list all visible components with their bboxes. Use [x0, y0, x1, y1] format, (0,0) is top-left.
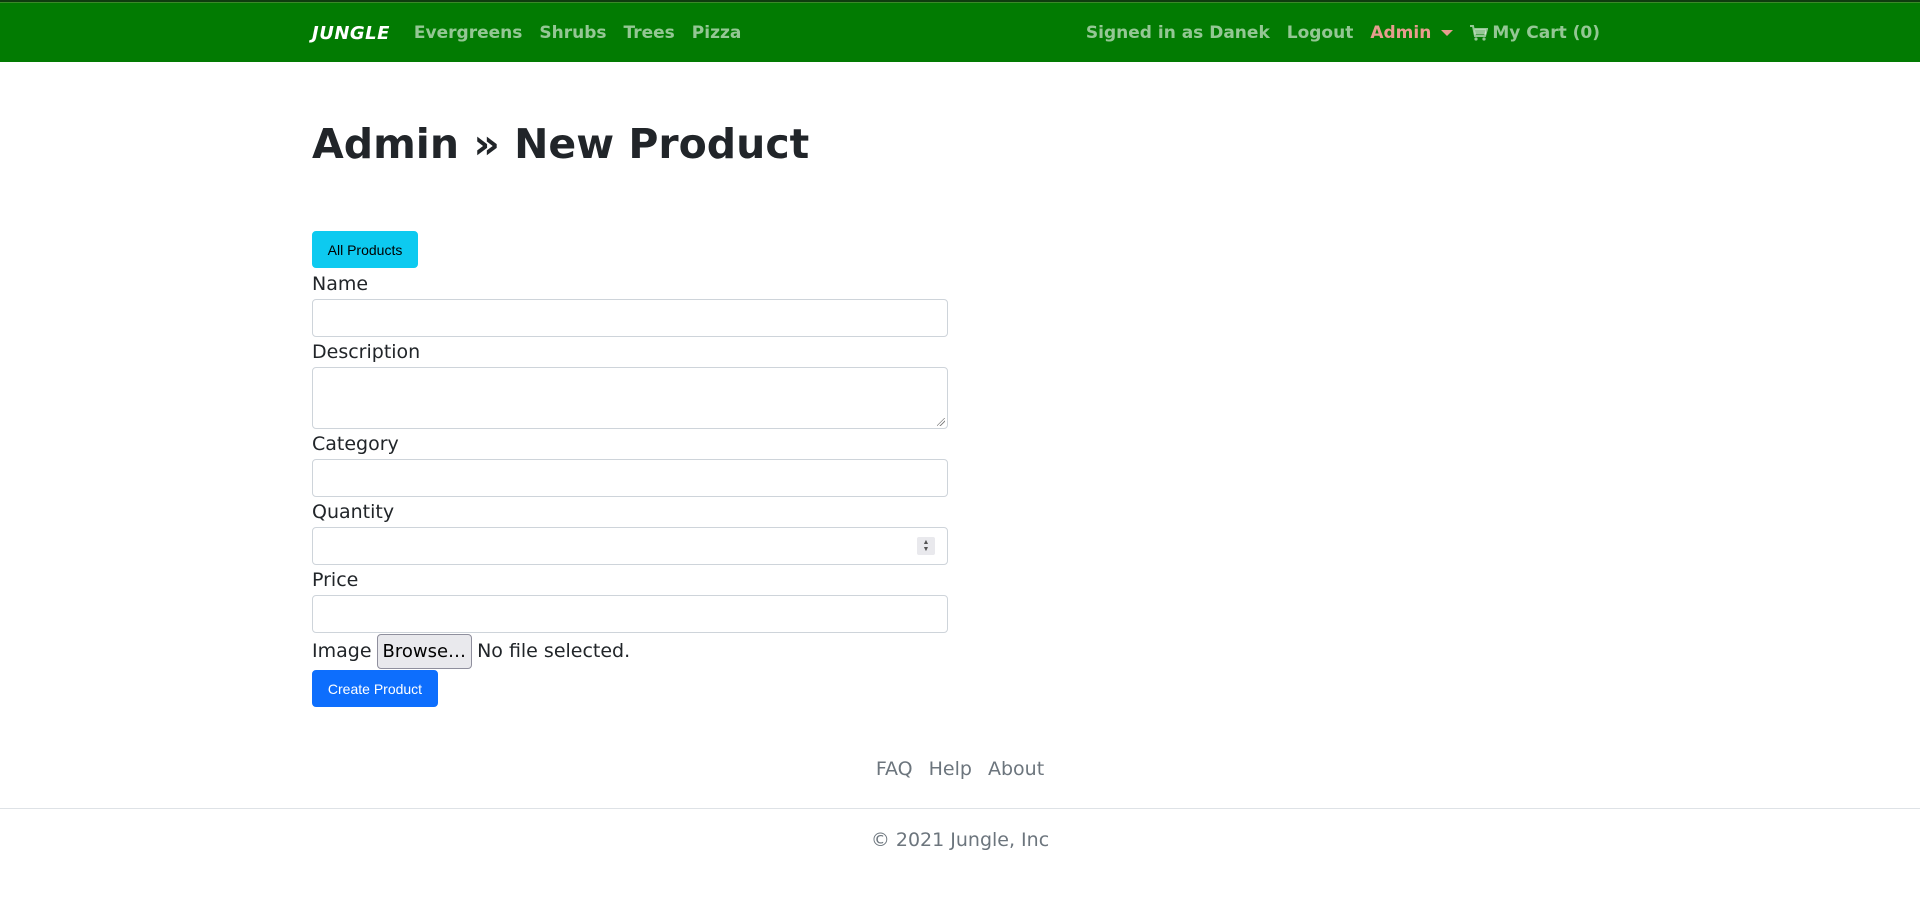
page-title: Admin » New Product	[312, 120, 810, 168]
signed-in-text: Signed in as Danek	[1085, 23, 1270, 43]
name-label: Name	[312, 273, 369, 295]
chevron-down-icon	[1441, 30, 1454, 36]
category-label: Category	[312, 433, 399, 455]
cart-link[interactable]: My Cart (0)	[1470, 23, 1600, 43]
nav-link-evergreens[interactable]: Evergreens	[414, 23, 522, 43]
description-label: Description	[312, 341, 421, 363]
category-input[interactable]	[312, 459, 948, 497]
quantity-input[interactable]: ▲ ▼	[312, 527, 948, 565]
footer-links: FAQ Help About	[0, 758, 1920, 780]
copyright-text: © 2021 Jungle, Inc	[870, 829, 1050, 851]
file-status: No file selected.	[477, 640, 631, 662]
footer-divider	[0, 808, 1920, 809]
price-input[interactable]	[312, 595, 948, 633]
footer-link-about[interactable]: About	[988, 758, 1044, 780]
navbar-right: Signed in as Danek Logout Admin My Cart …	[1086, 23, 1600, 43]
resize-handle-icon[interactable]	[937, 418, 945, 426]
price-label: Price	[312, 569, 359, 591]
cart-label: My Cart (0)	[1492, 23, 1600, 43]
image-label: Image	[312, 640, 372, 662]
nav-link-pizza[interactable]: Pizza	[692, 23, 742, 43]
number-spinner-icon[interactable]: ▲ ▼	[917, 537, 935, 555]
logout-link[interactable]: Logout	[1287, 23, 1354, 43]
footer-link-help[interactable]: Help	[929, 758, 972, 780]
admin-label: Admin	[1370, 23, 1432, 43]
nav-link-trees[interactable]: Trees	[624, 23, 675, 43]
quantity-label: Quantity	[312, 501, 395, 523]
top-navbar: JUNGLE Evergreens Shrubs Trees Pizza Sig…	[0, 0, 1920, 62]
brand-logo[interactable]: JUNGLE	[312, 23, 390, 44]
all-products-button[interactable]: All Products	[312, 231, 418, 268]
navbar-container: JUNGLE Evergreens Shrubs Trees Pizza Sig…	[312, 2, 1600, 64]
nav-link-shrubs[interactable]: Shrubs	[539, 23, 606, 43]
image-field: Image Browse… No file selected.	[312, 633, 630, 669]
footer-link-faq[interactable]: FAQ	[876, 758, 913, 780]
browse-button[interactable]: Browse…	[376, 633, 473, 669]
shopping-cart-icon	[1470, 25, 1489, 41]
admin-dropdown[interactable]: Admin	[1370, 23, 1454, 43]
create-product-button[interactable]: Create Product	[312, 670, 438, 707]
description-textarea[interactable]	[312, 367, 948, 429]
name-input[interactable]	[312, 299, 948, 337]
